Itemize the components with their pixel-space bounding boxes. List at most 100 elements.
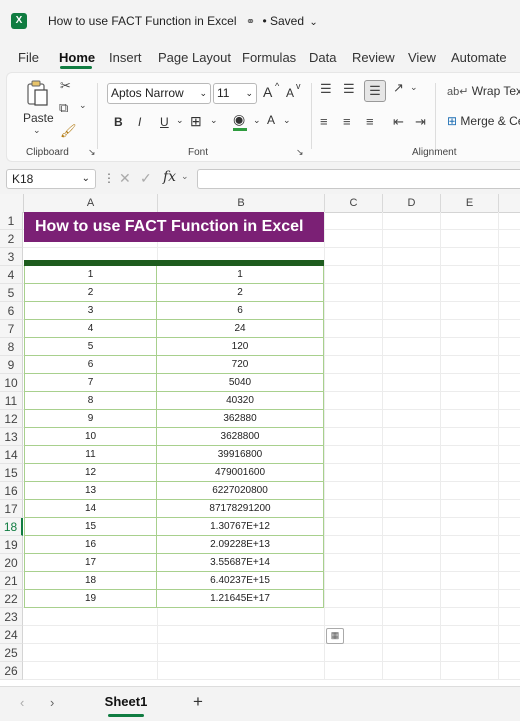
shrink-font-button[interactable]: A <box>286 86 294 100</box>
column-header-a[interactable]: A <box>24 194 158 212</box>
cell-factorial[interactable]: 24 <box>157 320 324 338</box>
cell-factorial[interactable]: 39916800 <box>157 446 324 464</box>
row-header-16[interactable]: 16 <box>0 482 23 500</box>
row-header-24[interactable]: 24 <box>0 626 23 644</box>
cell-factorial[interactable]: 2 <box>157 284 324 302</box>
menu-automate[interactable]: Automate <box>451 50 507 65</box>
row-header-6[interactable]: 6 <box>0 302 23 320</box>
worksheet-grid[interactable]: A B C D E 1 2 3 4 5 6 7 8 9 10 11 12 13 14 15 16 17 18 19 2… <box>0 194 520 686</box>
cell-factorial[interactable]: 6.40237E+15 <box>157 572 324 590</box>
cell-number[interactable]: 5 <box>24 338 157 356</box>
cell-factorial[interactable]: 1 <box>157 266 324 284</box>
menu-view[interactable]: View <box>408 50 436 65</box>
row-header-9[interactable]: 9 <box>0 356 23 374</box>
cell-number[interactable]: 18 <box>24 572 157 590</box>
cell-factorial[interactable]: 2.09228E+13 <box>157 536 324 554</box>
cell-factorial[interactable]: 3.55687E+14 <box>157 554 324 572</box>
select-all-corner[interactable] <box>0 194 24 212</box>
align-top-icon[interactable]: ☰ <box>320 81 332 97</box>
fill-color-icon[interactable]: ◉ <box>233 111 245 128</box>
bold-button[interactable]: B <box>114 115 123 129</box>
cell-factorial[interactable]: 3628800 <box>157 428 324 446</box>
menu-home[interactable]: Home <box>59 50 95 65</box>
font-size-select[interactable]: 11 ⌄ <box>213 83 257 104</box>
cell-factorial[interactable]: 362880 <box>157 410 324 428</box>
cell-number[interactable]: 1 <box>24 266 157 284</box>
row-header-7[interactable]: 7 <box>0 320 23 338</box>
cell-number[interactable]: 7 <box>24 374 157 392</box>
row-header-26[interactable]: 26 <box>0 662 23 680</box>
font-color-button[interactable]: A <box>267 113 275 127</box>
column-header-e[interactable]: E <box>441 194 499 212</box>
cell-factorial[interactable]: 5040 <box>157 374 324 392</box>
prev-sheet-icon[interactable]: ‹ <box>20 695 24 710</box>
cell-factorial[interactable]: 6227020800 <box>157 482 324 500</box>
align-left-icon[interactable]: ≡ <box>320 114 328 129</box>
insert-function-button[interactable]: fx <box>163 169 176 185</box>
chevron-down-icon[interactable]: ⌄ <box>309 17 317 28</box>
format-painter-icon[interactable]: 🖌 <box>60 123 77 139</box>
menu-insert[interactable]: Insert <box>109 50 142 65</box>
menu-formulas[interactable]: Formulas <box>242 50 296 65</box>
font-name-select[interactable]: Aptos Narrow ⌄ <box>107 83 211 104</box>
italic-button[interactable]: I <box>138 115 141 129</box>
row-header-18[interactable]: 18 <box>0 518 23 536</box>
cell-number[interactable]: 15 <box>24 518 157 536</box>
paste-dropdown-icon[interactable]: ⌄ <box>33 125 41 136</box>
enter-icon[interactable]: ✓ <box>140 170 152 187</box>
column-header-d[interactable]: D <box>383 194 441 212</box>
borders-dropdown-icon[interactable]: ⌄ <box>210 115 218 126</box>
cell-factorial[interactable]: 1.21645E+17 <box>157 590 324 608</box>
cell-number[interactable]: 2 <box>24 284 157 302</box>
formula-input[interactable] <box>197 169 520 189</box>
cell-factorial[interactable]: 120 <box>157 338 324 356</box>
underline-button[interactable]: U <box>160 115 169 129</box>
row-header-11[interactable]: 11 <box>0 392 23 410</box>
borders-icon[interactable]: ⊞ <box>190 113 202 130</box>
row-header-25[interactable]: 25 <box>0 644 23 662</box>
row-header-4[interactable]: 4 <box>0 266 23 284</box>
row-header-22[interactable]: 22 <box>0 590 23 608</box>
cell-number[interactable]: 13 <box>24 482 157 500</box>
font-color-dropdown-icon[interactable]: ⌄ <box>283 115 291 126</box>
cut-icon[interactable]: ✂ <box>60 78 71 94</box>
align-bottom-icon[interactable]: ☰ <box>364 80 386 102</box>
underline-dropdown-icon[interactable]: ⌄ <box>176 115 184 126</box>
row-header-8[interactable]: 8 <box>0 338 23 356</box>
align-center-icon[interactable]: ≡ <box>343 114 351 129</box>
font-dialog-launcher-icon[interactable]: ↘ <box>296 147 304 158</box>
grow-font-button[interactable]: A <box>263 84 272 100</box>
row-header-10[interactable]: 10 <box>0 374 23 392</box>
cell-number[interactable]: 3 <box>24 302 157 320</box>
menu-page-layout[interactable]: Page Layout <box>158 50 231 65</box>
cell-factorial[interactable]: 1.30767E+12 <box>157 518 324 536</box>
row-header-14[interactable]: 14 <box>0 446 23 464</box>
row-header-15[interactable]: 15 <box>0 464 23 482</box>
column-header-c[interactable]: C <box>325 194 383 212</box>
cell-number[interactable]: 17 <box>24 554 157 572</box>
clipboard-dialog-launcher-icon[interactable]: ↘ <box>88 147 96 158</box>
cell-factorial[interactable]: 720 <box>157 356 324 374</box>
cell-number[interactable]: 10 <box>24 428 157 446</box>
row-header-17[interactable]: 17 <box>0 500 23 518</box>
sheet-banner-title[interactable]: How to use FACT Function in Excel <box>24 212 324 242</box>
paste-button[interactable] <box>25 79 51 107</box>
cell-factorial[interactable]: 479001600 <box>157 464 324 482</box>
cell-factorial[interactable]: 6 <box>157 302 324 320</box>
row-header-3[interactable]: 3 <box>0 248 23 266</box>
cell-number[interactable]: 11 <box>24 446 157 464</box>
copy-icon[interactable]: ⧉ <box>59 100 68 116</box>
cell-number[interactable]: 19 <box>24 590 157 608</box>
row-header-23[interactable]: 23 <box>0 608 23 626</box>
cell-number[interactable]: 8 <box>24 392 157 410</box>
cell-number[interactable]: 12 <box>24 464 157 482</box>
cell-number[interactable]: 16 <box>24 536 157 554</box>
column-header-b[interactable]: B <box>158 194 325 212</box>
row-header-1[interactable]: 1 <box>0 212 23 230</box>
cell-factorial[interactable]: 40320 <box>157 392 324 410</box>
row-header-19[interactable]: 19 <box>0 536 23 554</box>
paste-label[interactable]: Paste <box>23 111 54 125</box>
row-header-12[interactable]: 12 <box>0 410 23 428</box>
cell-number[interactable]: 14 <box>24 500 157 518</box>
align-right-icon[interactable]: ≡ <box>366 114 374 129</box>
